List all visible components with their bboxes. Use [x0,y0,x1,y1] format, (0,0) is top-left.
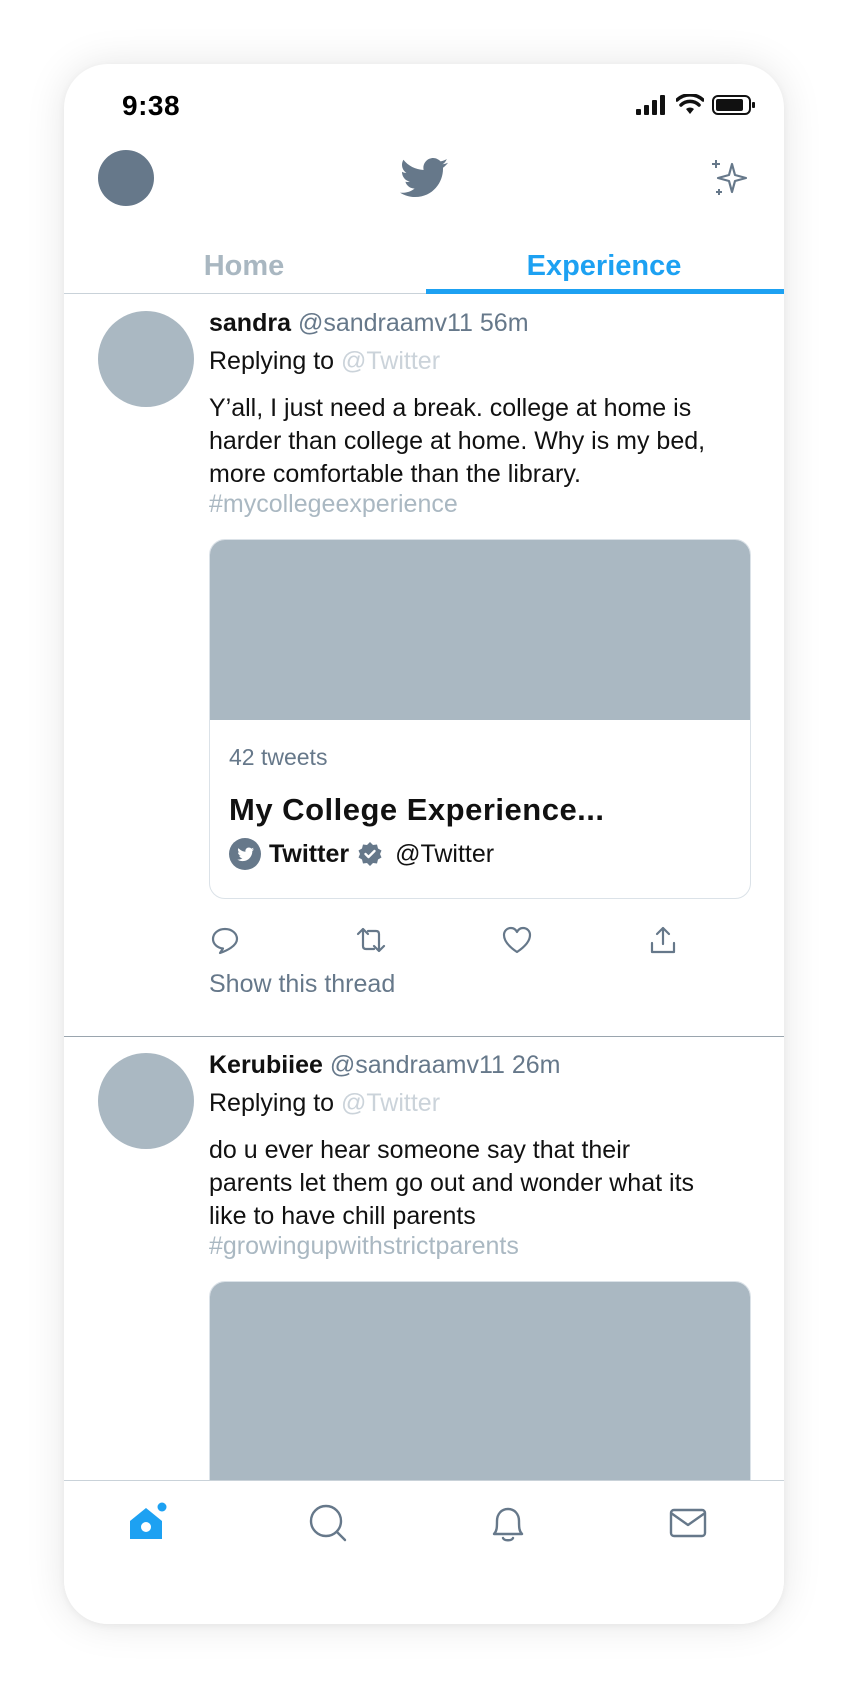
tweet-header: Kerubiiee @sandraamv11 26m [209,1051,560,1080]
tab-experience[interactable]: Experience [424,242,784,290]
phone-frame: 9:38 Home Experience sandra @sandraamv11… [64,64,784,1624]
tweet-body: do u ever hear someone say that their pa… [209,1136,695,1230]
replying-to: Replying to @Twitter [209,1089,440,1118]
tab-home[interactable]: Home [64,242,424,290]
twitter-avatar-icon [229,838,261,870]
messages-icon[interactable] [666,1501,710,1545]
status-time: 9:38 [122,90,181,121]
tweet-body: Y’all, I just need a break. college at h… [209,394,706,488]
battery-icon [712,95,755,115]
tweet-author-name[interactable]: sandra [209,309,291,337]
replying-mention[interactable]: @Twitter [341,1089,440,1117]
tweet[interactable]: sandra @sandraamv11 56m Replying to @Twi… [64,294,784,998]
notifications-icon[interactable] [486,1501,530,1545]
profile-avatar[interactable] [98,150,154,206]
signal-icon [636,95,665,115]
reply-icon[interactable] [209,924,241,956]
show-thread-link[interactable]: Show this thread [209,970,395,999]
tweet-hashtag[interactable]: #mycollegeexperience [209,490,458,519]
thread-card[interactable]: 42 tweets My College Experience... Twitt… [209,539,751,899]
retweet-icon[interactable] [355,924,387,956]
replying-label: Replying to [209,347,335,375]
sparkle-icon[interactable] [708,156,752,200]
verified-badge-icon [358,842,382,866]
tweet-hashtag[interactable]: #growingupwithstrictparents [209,1232,519,1261]
tweet-time: 56m [479,309,529,337]
card-author-handle[interactable]: @Twitter [395,840,494,869]
card-author-name[interactable]: Twitter [269,840,349,869]
tweet-time: 26m [511,1051,561,1079]
card-title: My College Experience... [229,792,605,827]
like-icon[interactable] [501,924,533,956]
tweet-author-handle[interactable]: @sandraamv11 [298,309,473,337]
tweet-actions [209,924,679,956]
tweet-avatar[interactable] [98,311,194,407]
tweet[interactable]: Kerubiiee @sandraamv11 26m Replying to @… [64,1036,784,1503]
wifi-icon [676,94,704,114]
status-icons [636,94,756,116]
replying-label: Replying to [209,1089,335,1117]
media-card[interactable] [209,1281,751,1503]
card-tweet-count: 42 tweets [229,744,328,770]
tweet-author-handle[interactable]: @sandraamv11 [330,1051,505,1079]
bottom-navigation [64,1480,784,1624]
card-image [210,1282,750,1502]
tweet-avatar[interactable] [98,1053,194,1149]
tweet-header: sandra @sandraamv11 56m [209,309,529,338]
card-image [210,540,750,720]
tweet-author-name[interactable]: Kerubiiee [209,1051,323,1079]
twitter-bird-icon [400,158,448,197]
share-icon[interactable] [647,924,679,956]
search-icon[interactable] [306,1501,350,1545]
card-byline: Twitter @Twitter [229,838,494,870]
home-icon[interactable] [126,1501,170,1545]
replying-to: Replying to @Twitter [209,347,440,376]
replying-mention[interactable]: @Twitter [341,347,440,375]
